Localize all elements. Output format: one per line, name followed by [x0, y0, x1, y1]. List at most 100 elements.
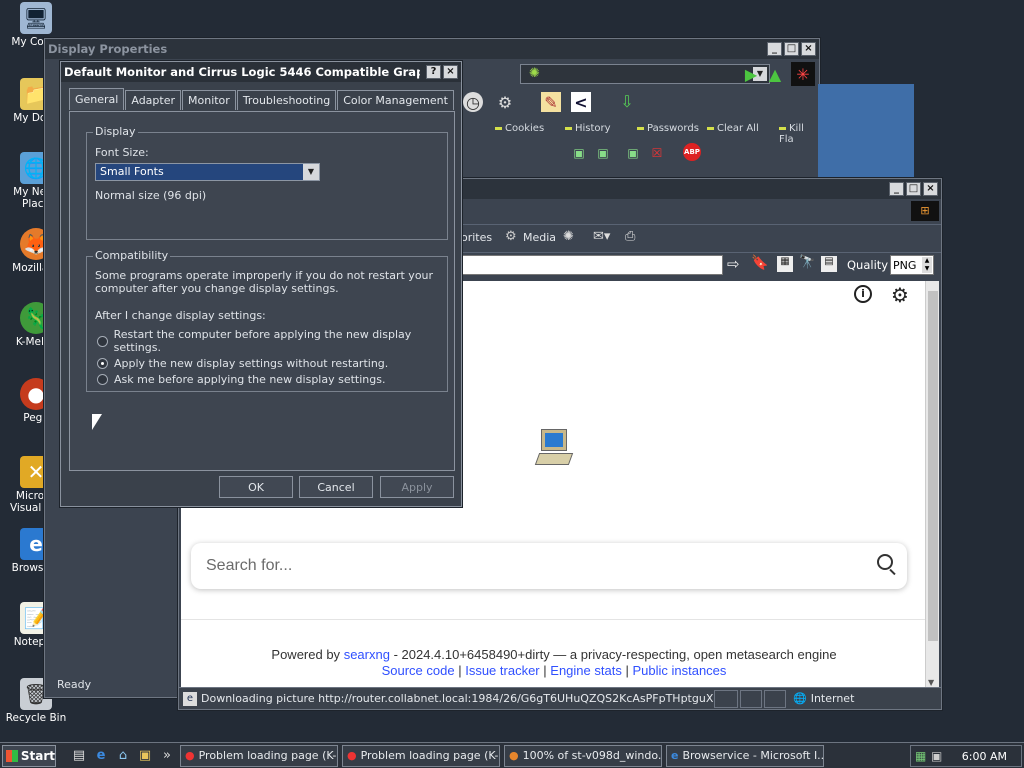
find-icon[interactable]: 🔭 [799, 255, 815, 270]
address-input[interactable] [461, 255, 723, 275]
chevron-down-icon[interactable]: ▼ [303, 164, 319, 180]
engine-stats-link[interactable]: Engine stats [550, 663, 622, 678]
tab-general[interactable]: General [69, 88, 125, 110]
gear-icon[interactable]: ⚙ [495, 92, 515, 112]
page-status-icon: e [183, 691, 197, 706]
k-meleon-icon: ● [347, 749, 357, 762]
footer-separator: | [625, 663, 629, 678]
font-size-select[interactable]: Small Fonts ▼ [95, 163, 320, 181]
radio-ask-me[interactable] [97, 374, 108, 385]
task-label: Browservice - Microsoft I... [682, 749, 824, 762]
dialog-title: Default Monitor and Cirrus Logic 5446 Co… [64, 65, 420, 79]
taskbar: Start ▤ e ⌂ ▣ » ● Problem loading page (… [0, 742, 1024, 768]
issue-tracker-link[interactable]: Issue tracker [465, 663, 539, 678]
source-code-link[interactable]: Source code [382, 663, 455, 678]
clear-all-link[interactable]: Clear All [707, 123, 759, 134]
small-window-icon-2[interactable]: ▣ [593, 143, 613, 163]
status-cell [764, 689, 786, 708]
dialog-tabs: General Adapter Monitor Troubleshooting … [69, 88, 455, 110]
status-cell [714, 689, 738, 708]
quality-select[interactable]: PNG ▲ ▼ [890, 255, 934, 275]
page-action-icon[interactable]: ▦ [777, 256, 793, 272]
settings-gear-icon[interactable]: ⚙ [891, 283, 909, 307]
tab-color-management[interactable]: Color Management [337, 90, 454, 110]
vertical-scrollbar[interactable]: ▼ [925, 281, 939, 687]
task-button-kmeleon-1[interactable]: ● Problem loading page (K-... [180, 744, 338, 767]
passwords-link[interactable]: Passwords [637, 123, 699, 134]
media-button[interactable]: Media [523, 231, 556, 244]
show-desktop-icon[interactable]: ▤ [70, 747, 88, 765]
cookies-link[interactable]: Cookies [495, 123, 544, 134]
page-icon[interactable]: ✎ [541, 92, 561, 112]
info-icon[interactable]: i [854, 285, 872, 303]
apply-button[interactable]: Apply [380, 476, 454, 498]
option-apply-label: Apply the new display settings without r… [114, 357, 389, 370]
go-arrow-icon[interactable]: ⇨ [727, 255, 740, 273]
option-restart[interactable]: Restart the computer before applying the… [97, 328, 447, 354]
restart-options: Restart the computer before applying the… [97, 325, 447, 389]
mail-icon[interactable]: ✉▾ [593, 229, 610, 244]
tray-app-icon[interactable]: ▦ [915, 749, 926, 763]
kill-flash-link[interactable]: Kill Fla [779, 123, 819, 145]
history-clock-icon[interactable]: ◷ [463, 92, 483, 112]
favorites-button[interactable]: orites [461, 231, 492, 244]
clock[interactable]: 6:00 AM [962, 750, 1007, 763]
quality-spinner-icon[interactable]: ▲ ▼ [922, 257, 932, 273]
broken-image-computer-icon [533, 427, 574, 473]
task-button-download[interactable]: ● 100% of st-v098d_windo... [504, 744, 662, 767]
source-icon[interactable]: < [571, 92, 591, 112]
font-size-value: Small Fonts [100, 165, 164, 178]
delete-icon[interactable]: ☒ [647, 143, 667, 163]
network-quicklaunch-icon[interactable]: ⌂ [114, 747, 132, 765]
radio-apply-without-restart[interactable] [97, 358, 108, 369]
print-icon[interactable]: ⎙ [625, 229, 635, 244]
minimize-button[interactable]: _ [767, 42, 782, 56]
radio-restart[interactable] [97, 335, 108, 347]
task-button-kmeleon-2[interactable]: ● Problem loading page (K-... [342, 744, 500, 767]
dialog-close-button[interactable]: × [443, 65, 458, 79]
ie-minimize-button[interactable]: _ [889, 182, 904, 196]
download-icon[interactable]: ⇩ [617, 91, 637, 111]
tab-monitor[interactable]: Monitor [182, 90, 236, 110]
tab-adapter[interactable]: Adapter [125, 90, 181, 110]
tab-troubleshooting[interactable]: Troubleshooting [236, 90, 337, 110]
folder-quicklaunch-icon[interactable]: ▣ [136, 747, 154, 765]
searxng-link[interactable]: searxng [344, 647, 390, 662]
clipboard-icon[interactable]: ▤ [821, 256, 837, 272]
mouse-cursor-icon [92, 414, 102, 430]
option-ask-me[interactable]: Ask me before applying the new display s… [97, 373, 447, 386]
ok-button[interactable]: OK [219, 476, 293, 498]
back-window-titlebar: Display Properties _ □ × [45, 39, 819, 59]
cancel-button[interactable]: Cancel [299, 476, 373, 498]
go-icon[interactable]: ▶ [741, 64, 761, 84]
maximize-button[interactable]: □ [784, 42, 799, 56]
display-group-title: Display [93, 125, 138, 138]
url-dropdown[interactable]: ✺ ▼ [520, 64, 770, 84]
close-button[interactable]: × [801, 42, 816, 56]
search-icon[interactable] [877, 554, 893, 570]
ie-maximize-button[interactable]: □ [906, 182, 921, 196]
k-meleon-throbber-icon: ✳ [791, 62, 815, 86]
ie-close-button[interactable]: × [923, 182, 938, 196]
task-button-browservice[interactable]: e Browservice - Microsoft I... [666, 744, 824, 767]
search-input[interactable]: Search for... [191, 543, 907, 589]
tray-volume-icon[interactable]: ▣ [931, 749, 942, 763]
start-button[interactable]: Start [2, 744, 56, 767]
font-size-description: Normal size (96 dpi) [95, 189, 207, 202]
small-window-icon[interactable]: ▣ [569, 143, 589, 163]
scroll-thumb[interactable] [928, 291, 938, 641]
adblock-icon[interactable]: ABP [683, 143, 701, 161]
help-button[interactable]: ? [426, 65, 441, 79]
public-instances-link[interactable]: Public instances [632, 663, 726, 678]
ie-quicklaunch-icon[interactable]: e [92, 747, 110, 765]
scroll-down-icon[interactable]: ▼ [928, 678, 934, 687]
footer-links: Source code | Issue tracker | Engine sta… [181, 663, 927, 678]
search-placeholder: Search for... [206, 557, 293, 574]
option-apply-without-restart[interactable]: Apply the new display settings without r… [97, 357, 447, 370]
history-icon[interactable]: ✺ [563, 229, 574, 244]
add-icon[interactable]: ▣ [623, 143, 643, 163]
more-chevron-icon[interactable]: » [158, 747, 176, 765]
bookmark-icon[interactable]: 🔖 [751, 255, 768, 271]
up-icon[interactable]: ▲ [765, 64, 785, 84]
history-link[interactable]: History [565, 123, 611, 134]
